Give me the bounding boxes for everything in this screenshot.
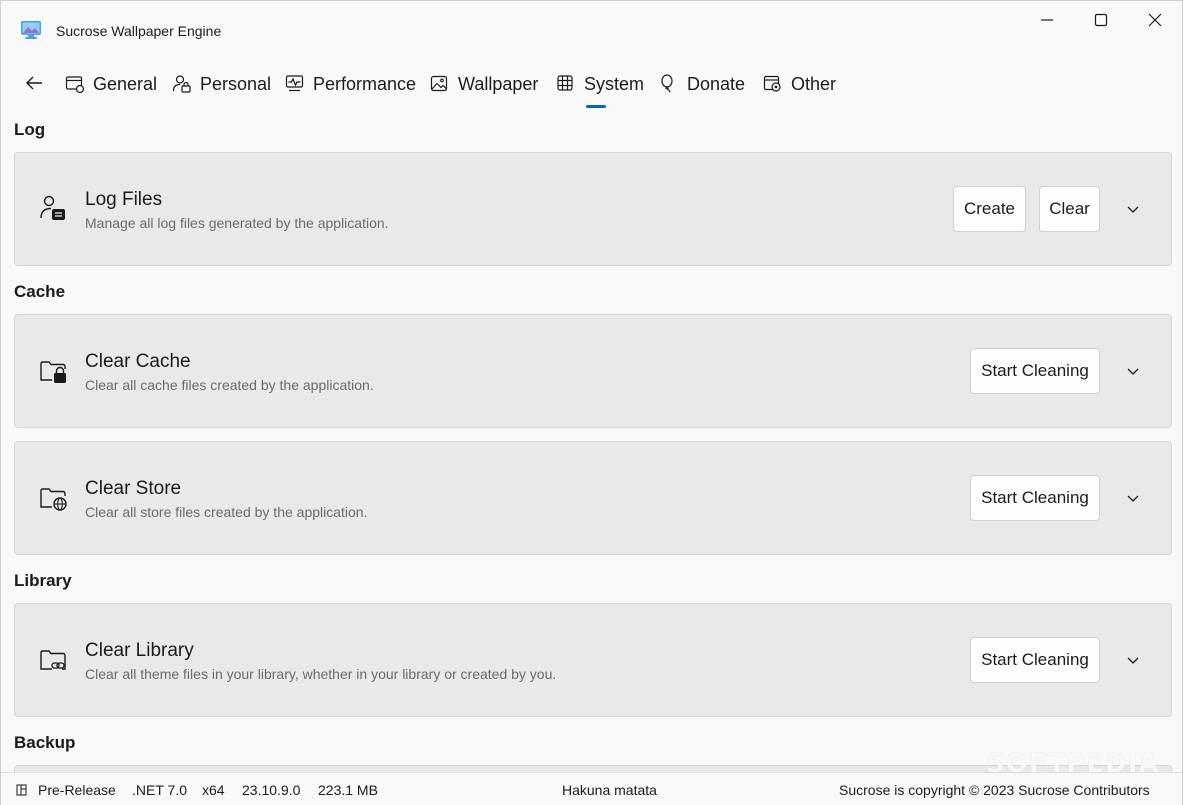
- balloon-icon: [659, 74, 679, 94]
- tab-other-label: Other: [791, 73, 837, 94]
- clear-log-button[interactable]: Clear: [1039, 186, 1100, 232]
- tab-general-label: General: [93, 73, 158, 94]
- clear-library-card[interactable]: Clear Library Clear all theme files in y…: [14, 603, 1172, 717]
- other-gear-icon: [763, 74, 783, 94]
- app-logo-icon: [21, 21, 41, 39]
- status-channel: Pre-Release: [38, 782, 116, 798]
- performance-icon: [285, 74, 305, 94]
- log-files-description: Manage all log files generated by the ap…: [85, 215, 389, 231]
- tab-personal[interactable]: Personal: [172, 69, 271, 99]
- close-icon: [1148, 13, 1162, 27]
- tab-wallpaper-label: Wallpaper: [458, 73, 539, 94]
- close-button[interactable]: [1128, 5, 1182, 35]
- folder-link-icon: [39, 646, 69, 676]
- clear-cache-start-cleaning-button[interactable]: Start Cleaning: [970, 348, 1100, 394]
- chevron-down-icon[interactable]: [1123, 361, 1143, 381]
- chevron-down-icon[interactable]: [1123, 199, 1143, 219]
- minimize-button[interactable]: [1020, 5, 1074, 35]
- clear-store-start-cleaning-button[interactable]: Start Cleaning: [970, 475, 1100, 521]
- clear-library-title: Clear Library: [85, 640, 194, 661]
- tab-personal-label: Personal: [200, 73, 272, 94]
- log-files-icon: [39, 195, 69, 225]
- tab-performance-label: Performance: [313, 73, 417, 94]
- status-version: 23.10.9.0: [242, 782, 301, 798]
- folder-globe-icon: [39, 484, 69, 514]
- navigation-bar: General Personal Performance Wallpaper S…: [1, 63, 1182, 109]
- minimize-icon: [1041, 19, 1053, 21]
- log-files-card[interactable]: Log Files Manage all log files generated…: [14, 152, 1172, 266]
- release-channel-icon: [16, 783, 28, 799]
- clear-library-description: Clear all theme files in your library, w…: [85, 666, 557, 682]
- tab-general[interactable]: General: [65, 69, 157, 99]
- selected-tab-indicator: [586, 105, 606, 108]
- chevron-down-icon[interactable]: [1123, 650, 1143, 670]
- tab-system[interactable]: System: [556, 69, 644, 99]
- back-arrow-icon: [26, 76, 42, 90]
- clear-library-start-cleaning-button[interactable]: Start Cleaning: [970, 637, 1100, 683]
- system-icon: [556, 74, 576, 94]
- clear-store-title: Clear Store: [85, 478, 182, 499]
- clear-store-description: Clear all store files created by the app…: [85, 504, 368, 520]
- tab-wallpaper[interactable]: Wallpaper: [430, 69, 538, 99]
- clear-cache-description: Clear all cache files created by the app…: [85, 377, 374, 393]
- section-title-log: Log: [14, 120, 46, 139]
- clear-store-card[interactable]: Clear Store Clear all store files create…: [14, 441, 1172, 555]
- status-message: Hakuna matata: [562, 782, 657, 798]
- section-title-backup: Backup: [14, 733, 76, 752]
- section-title-library: Library: [14, 571, 72, 590]
- tab-system-label: System: [584, 73, 645, 94]
- clear-cache-title: Clear Cache: [85, 351, 191, 372]
- maximize-button[interactable]: [1074, 5, 1128, 35]
- tab-donate-label: Donate: [687, 73, 746, 94]
- create-log-button[interactable]: Create: [953, 186, 1026, 232]
- personal-lock-icon: [172, 74, 192, 94]
- tab-performance[interactable]: Performance: [285, 69, 416, 99]
- status-copyright: Sucrose is copyright © 2023 Sucrose Cont…: [839, 782, 1150, 798]
- maximize-icon: [1094, 13, 1108, 27]
- image-icon: [430, 74, 450, 94]
- status-framework: .NET 7.0: [132, 782, 187, 798]
- status-memory: 223.1 MB: [318, 782, 378, 798]
- window-title: Sucrose Wallpaper Engine: [56, 23, 222, 39]
- general-icon: [65, 74, 85, 94]
- status-arch: x64: [202, 782, 225, 798]
- title-bar: Sucrose Wallpaper Engine: [1, 1, 1182, 61]
- section-title-cache: Cache: [14, 282, 66, 301]
- tab-other[interactable]: Other: [763, 69, 836, 99]
- chevron-down-icon[interactable]: [1123, 488, 1143, 508]
- status-bar: Pre-Release .NET 7.0 x64 23.10.9.0 223.1…: [1, 772, 1182, 805]
- app-window: Sucrose Wallpaper Engine General Persona…: [0, 0, 1183, 805]
- log-files-title: Log Files: [85, 189, 163, 210]
- back-button[interactable]: [19, 69, 49, 97]
- clear-cache-card[interactable]: Clear Cache Clear all cache files create…: [14, 314, 1172, 428]
- tab-donate[interactable]: Donate: [659, 69, 745, 99]
- folder-lock-icon: [39, 357, 69, 387]
